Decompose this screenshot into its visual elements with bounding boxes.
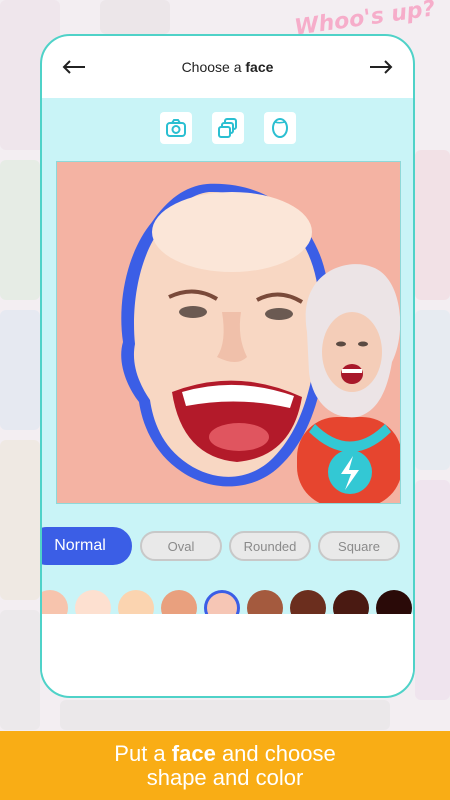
bg-tile: [0, 440, 40, 600]
promo-banner: Put a face and choose shape and color: [0, 731, 450, 800]
face-outline-icon[interactable]: [263, 112, 296, 144]
face-canvas[interactable]: [56, 161, 401, 504]
bg-tile: [415, 310, 450, 470]
bg-tile: [0, 310, 40, 430]
bg-tile: [60, 700, 390, 730]
banner-line-2: shape and color: [146, 764, 304, 790]
toolbar: [42, 112, 413, 144]
editor-screen: Normal Oval Rounded Square: [42, 98, 413, 674]
face-illustration: [121, 183, 400, 503]
shape-option-oval[interactable]: Oval: [140, 531, 222, 561]
page-title: Choose a face: [182, 59, 274, 75]
gallery-icon[interactable]: [211, 112, 244, 144]
arrow-left-icon[interactable]: [60, 57, 88, 77]
banner-line-1: Put a face and choose: [114, 740, 336, 766]
shape-option-normal[interactable]: Normal: [42, 527, 132, 565]
bg-tile: [0, 160, 40, 300]
bg-tile: [0, 610, 40, 730]
bg-tile: [415, 480, 450, 700]
title-prefix: Choose a: [181, 59, 246, 75]
bg-tile: [415, 150, 450, 300]
banner-prefix: Put a: [114, 740, 172, 766]
shape-option-rounded[interactable]: Rounded: [229, 531, 311, 561]
bg-tile: [100, 0, 170, 34]
top-bar: Choose a face: [42, 36, 413, 98]
banner-bold: face: [171, 740, 216, 766]
banner-suffix: and choose: [215, 740, 336, 766]
camera-icon[interactable]: [159, 112, 192, 144]
shape-selector: Normal Oval Rounded Square: [42, 527, 413, 571]
phone-frame: Choose a face Normal Oval Rounded Square: [40, 34, 415, 698]
phone-bottom-bar: [42, 614, 413, 674]
arrow-right-icon[interactable]: [367, 57, 395, 77]
shape-option-square[interactable]: Square: [318, 531, 400, 561]
title-bold: face: [245, 59, 274, 75]
